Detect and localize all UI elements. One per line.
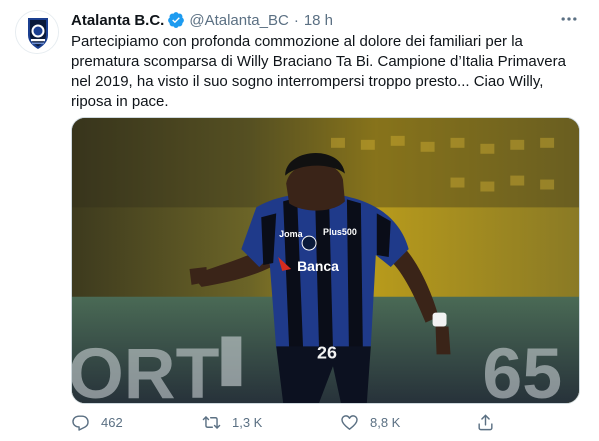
retweet-icon (202, 415, 221, 429)
account-handle[interactable]: @Atalanta_BC (189, 12, 288, 29)
separator-dot: · (293, 11, 299, 29)
tweet-timestamp[interactable]: 18 h (304, 12, 333, 29)
reply-button[interactable]: 462 (71, 410, 123, 434)
bg-text-right: 65 (482, 334, 562, 403)
retweet-button[interactable]: 1,3 K (202, 410, 262, 434)
more-options-button[interactable] (557, 9, 581, 29)
avatar[interactable] (15, 10, 59, 54)
share-button[interactable] (476, 410, 495, 434)
jersey-brand: Joma (279, 229, 303, 239)
jersey-number: 26 (317, 342, 337, 362)
reply-count: 462 (101, 414, 123, 430)
tweet-header: Atalanta B.C. @Atalanta_BC · 18 h (71, 10, 333, 30)
player-photo: ORT 65 Joma Plus500 Banca 26 (72, 118, 579, 403)
like-count: 8,8 K (370, 414, 401, 430)
tweet-photo[interactable]: ORT 65 Joma Plus500 Banca 26 (71, 117, 580, 404)
tweet-text: Partecipiamo con profonda commozione al … (71, 33, 566, 110)
reply-icon (72, 414, 89, 431)
display-name[interactable]: Atalanta B.C. (71, 12, 164, 29)
tweet-actions: 462 1,3 K 8,8 K (71, 410, 511, 434)
like-button[interactable]: 8,8 K (340, 410, 400, 434)
heart-icon (341, 414, 358, 430)
retweet-count: 1,3 K (232, 414, 263, 430)
jersey-sponsor-main: Banca (297, 258, 339, 274)
verified-badge-icon (167, 11, 185, 29)
jersey-sponsor-top: Plus500 (323, 227, 357, 237)
more-dots-icon (561, 17, 577, 21)
tweet-card[interactable]: Atalanta B.C. @Atalanta_BC · 18 h Partec… (0, 0, 599, 441)
share-icon (478, 414, 493, 430)
atalanta-crest-icon (16, 11, 58, 53)
bg-text-left: ORT (72, 334, 219, 403)
